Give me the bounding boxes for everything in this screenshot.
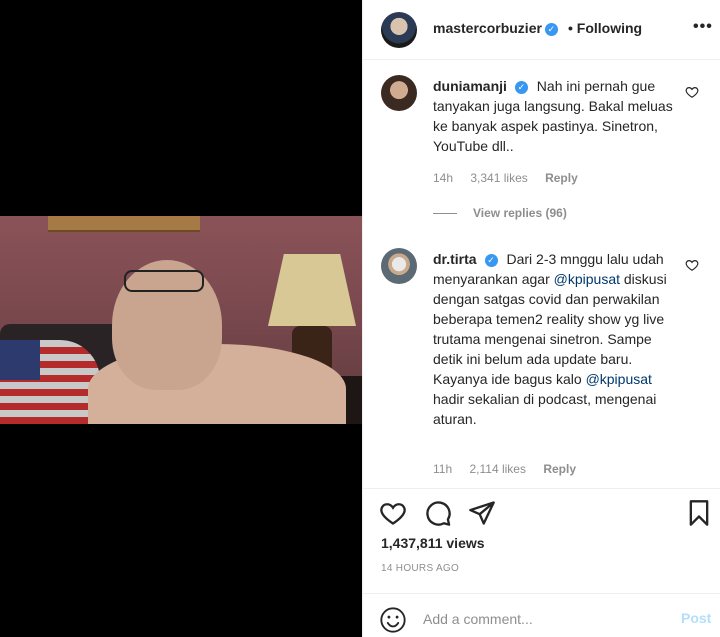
lamp-shade xyxy=(268,254,356,326)
comment-text: diskusi dengan satgas covid dan perwakil… xyxy=(433,271,667,387)
post-button[interactable]: Post xyxy=(681,610,711,626)
avatar[interactable] xyxy=(381,12,417,48)
share-send-icon[interactable] xyxy=(468,499,496,527)
like-comment-heart-icon[interactable] xyxy=(685,85,699,99)
post-author[interactable]: mastercorbuzier ✓ xyxy=(433,20,558,38)
comment-body: dr.tirta ✓ Dari 2-3 mnggu lalu udah menya… xyxy=(433,249,683,429)
comment-time[interactable]: 11h xyxy=(433,462,452,476)
comment-username[interactable]: dr.tirta xyxy=(433,251,477,267)
comment-meta: 14h 3,341 likes Reply xyxy=(433,171,592,185)
video-player[interactable] xyxy=(0,216,362,424)
more-icon[interactable]: ••• xyxy=(693,18,713,36)
mention-link[interactable]: @kpipusat xyxy=(586,371,652,387)
person-glasses xyxy=(124,270,204,292)
comment-time[interactable]: 14h xyxy=(433,171,453,185)
comment-username[interactable]: duniamanji xyxy=(433,78,507,94)
verified-badge-icon: ✓ xyxy=(544,23,558,36)
post-actions: 1,437,811 views 14 HOURS AGO Post xyxy=(363,488,720,637)
comment-likes[interactable]: 3,341 likes xyxy=(470,171,527,185)
view-replies-label: View replies (96) xyxy=(473,206,567,220)
emoji-smiley-icon[interactable] xyxy=(379,606,407,634)
media-panel xyxy=(0,0,362,637)
comment-meta: 11h 2,114 likes Reply xyxy=(433,462,590,476)
verified-badge-icon: ✓ xyxy=(514,81,528,94)
view-replies-button[interactable]: View replies (96) xyxy=(433,206,567,220)
following-button[interactable]: • Following xyxy=(568,20,642,36)
like-heart-icon[interactable] xyxy=(379,499,407,527)
view-count[interactable]: 1,437,811 views xyxy=(381,535,485,551)
picture-frame xyxy=(48,216,200,232)
add-comment-bar: Post xyxy=(363,593,720,637)
verified-badge-icon: ✓ xyxy=(484,254,498,267)
flag-canton xyxy=(0,340,40,380)
divider-line xyxy=(433,213,457,215)
author-username[interactable]: mastercorbuzier xyxy=(433,20,542,36)
comment-body: duniamanji ✓ Nah ini pernah gue tanyakan … xyxy=(433,76,683,156)
mention-link[interactable]: @kpipusat xyxy=(554,271,620,287)
comment-likes[interactable]: 2,114 likes xyxy=(469,462,525,476)
details-panel: mastercorbuzier ✓ • Following ••• duniama… xyxy=(362,0,720,637)
reply-button[interactable]: Reply xyxy=(543,462,576,476)
comment-bubble-icon[interactable] xyxy=(424,499,452,527)
comment-input[interactable] xyxy=(423,608,653,630)
save-bookmark-icon[interactable] xyxy=(685,499,713,527)
comment-avatar[interactable] xyxy=(381,248,417,284)
post-header: mastercorbuzier ✓ • Following ••• xyxy=(363,0,720,60)
comment-avatar[interactable] xyxy=(381,75,417,111)
post-timestamp[interactable]: 14 HOURS AGO xyxy=(381,563,459,574)
comment-text: hadir sekalian di podcast, mengenai atur… xyxy=(433,391,657,427)
like-comment-heart-icon[interactable] xyxy=(685,258,699,272)
reply-button[interactable]: Reply xyxy=(545,171,578,185)
